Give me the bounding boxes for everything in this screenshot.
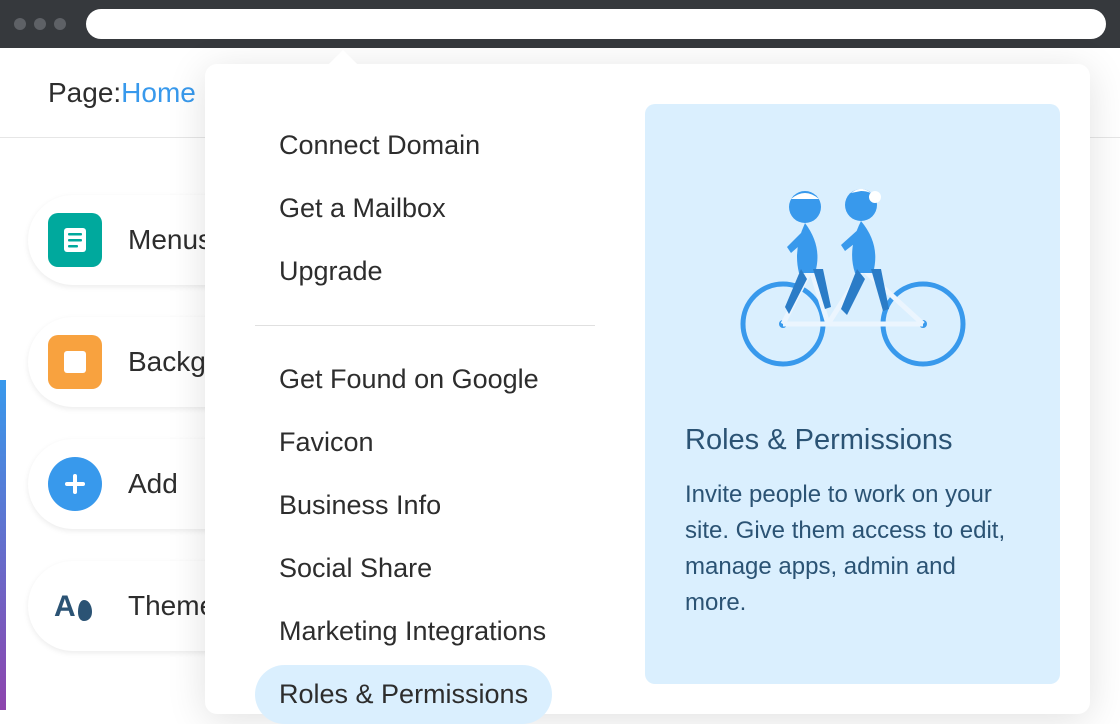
info-title: Roles & Permissions xyxy=(685,424,1020,457)
settings-dropdown: Connect Domain Get a Mailbox Upgrade Get… xyxy=(205,64,1090,714)
url-bar[interactable] xyxy=(86,9,1106,39)
menu-item-upgrade[interactable]: Upgrade xyxy=(255,242,407,301)
sidebar-item-label: Add xyxy=(128,468,178,500)
illustration-tandem-bike xyxy=(685,144,1020,394)
menu-item-marketing[interactable]: Marketing Integrations xyxy=(255,602,570,661)
dropdown-group-1: Connect Domain Get a Mailbox Upgrade xyxy=(255,116,595,326)
menu-item-favicon[interactable]: Favicon xyxy=(255,413,398,472)
menus-icon xyxy=(48,213,102,267)
menu-item-social-share[interactable]: Social Share xyxy=(255,539,456,598)
close-window-icon[interactable] xyxy=(14,18,26,30)
menu-item-get-mailbox[interactable]: Get a Mailbox xyxy=(255,179,470,238)
svg-text:A: A xyxy=(54,590,76,623)
menu-item-connect-domain[interactable]: Connect Domain xyxy=(255,116,504,175)
browser-chrome xyxy=(0,0,1120,48)
menu-item-roles-permissions[interactable]: Roles & Permissions xyxy=(255,665,552,724)
menu-item-google[interactable]: Get Found on Google xyxy=(255,350,563,409)
dropdown-menu-column: Connect Domain Get a Mailbox Upgrade Get… xyxy=(235,104,595,684)
background-icon xyxy=(48,335,102,389)
add-icon xyxy=(48,457,102,511)
accent-gradient xyxy=(0,380,6,710)
menu-item-business-info[interactable]: Business Info xyxy=(255,476,465,535)
info-panel: Roles & Permissions Invite people to wor… xyxy=(645,104,1060,684)
maximize-window-icon[interactable] xyxy=(54,18,66,30)
dropdown-group-2: Get Found on Google Favicon Business Inf… xyxy=(255,350,595,724)
info-description: Invite people to work on your site. Give… xyxy=(685,477,1020,621)
theme-icon: A xyxy=(48,579,102,633)
window-controls xyxy=(14,18,66,30)
page-label: Page: xyxy=(48,77,121,109)
minimize-window-icon[interactable] xyxy=(34,18,46,30)
page-name-link[interactable]: Home xyxy=(121,77,196,109)
